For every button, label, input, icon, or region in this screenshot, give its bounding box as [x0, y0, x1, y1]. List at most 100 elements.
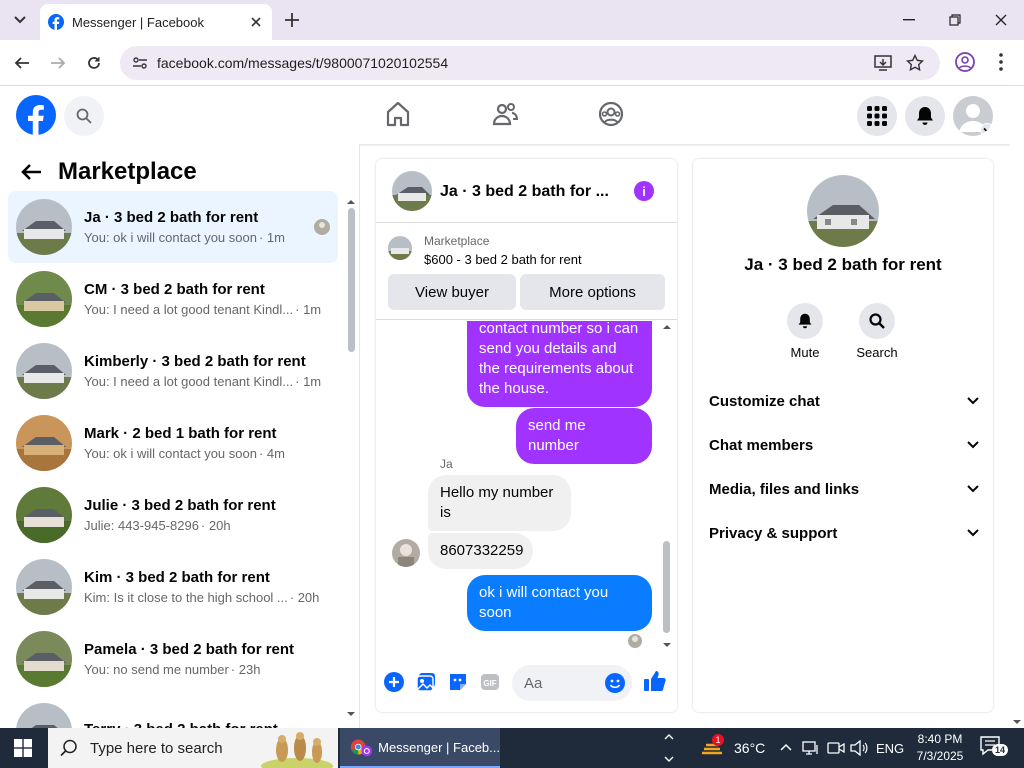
mute-label: Mute	[790, 345, 820, 360]
conversation-thumbnail	[16, 415, 72, 471]
conversation-preview: Kim: Is it close to the high school ...	[84, 590, 288, 605]
back-arrow-icon[interactable]	[20, 163, 42, 181]
read-receipt-avatar	[628, 634, 642, 648]
conversation-preview: You: I need a lot good tenant Kindl...	[84, 374, 294, 389]
thread-scrollbar[interactable]	[662, 323, 672, 649]
conversation-thumbnail	[16, 271, 72, 327]
site-info-icon[interactable]	[132, 55, 148, 71]
conversation-item[interactable]: CM · 3 bed 2 bath for rent You: I need a …	[8, 263, 338, 335]
taskbar-app-label: Messenger | Faceb...	[378, 739, 500, 755]
tab-search-icon[interactable]	[8, 8, 32, 32]
system-clock[interactable]: 8:40 PM 7/3/2025	[912, 731, 968, 765]
install-app-icon[interactable]	[874, 54, 892, 72]
facebook-favicon-icon	[48, 14, 64, 30]
message-bubble-outgoing: contact number so i can send you details…	[467, 321, 652, 407]
taskbar-app-messenger[interactable]: Messenger | Faceb...	[340, 728, 500, 768]
messenger-badge-icon	[360, 745, 372, 757]
meet-now-icon[interactable]	[827, 740, 845, 756]
input-language[interactable]: ENG	[876, 728, 904, 768]
close-window-icon[interactable]	[989, 8, 1013, 32]
conversation-list: Ja · 3 bed 2 bath for rent You: ok i will…	[8, 191, 338, 728]
volume-icon[interactable]	[850, 740, 868, 756]
grid-menu-icon	[867, 106, 887, 126]
weather-widget[interactable]: 1 36°C	[700, 728, 765, 768]
view-buyer-button[interactable]: View buyer	[388, 274, 516, 310]
chevron-down-icon	[967, 529, 979, 537]
minimize-icon[interactable]	[897, 8, 921, 32]
forward-icon[interactable]	[46, 51, 70, 75]
url-field[interactable]: facebook.com/messages/t/9800071020102554	[120, 46, 940, 80]
maximize-icon[interactable]	[943, 8, 967, 32]
sticker-icon[interactable]	[447, 671, 469, 693]
conversation-thumbnail	[16, 631, 72, 687]
conversation-item[interactable]: Kimberly · 3 bed 2 bath for rent You: I n…	[8, 335, 338, 407]
marketplace-listing-card: Marketplace $600 - 3 bed 2 bath for rent…	[376, 224, 677, 320]
photo-icon[interactable]	[415, 671, 437, 693]
new-tab-icon[interactable]	[282, 10, 302, 30]
conversation-preview: You: I need a lot good tenant Kindl...	[84, 302, 294, 317]
chevron-down-icon	[967, 397, 979, 405]
bookmark-star-icon[interactable]	[906, 54, 924, 72]
message-input[interactable]: Aa	[512, 665, 632, 701]
bell-icon	[798, 313, 812, 329]
customize-chat-row[interactable]: Customize chat	[709, 379, 979, 423]
mute-button[interactable]: Mute	[775, 303, 835, 360]
conversation-name: Kimberly · 3 bed 2 bath for rent	[84, 353, 306, 370]
facebook-search-button[interactable]	[64, 96, 104, 136]
weather-badge: 1	[712, 734, 724, 746]
conversation-thumbnail	[16, 487, 72, 543]
back-icon[interactable]	[10, 51, 34, 75]
groups-icon[interactable]	[597, 100, 625, 128]
panel-title: Marketplace	[58, 158, 197, 185]
windows-start-icon[interactable]	[14, 739, 32, 757]
page-scrollbar[interactable]	[1010, 86, 1024, 728]
facebook-logo-icon[interactable]	[16, 95, 56, 135]
emoji-icon[interactable]	[604, 672, 626, 694]
sender-name: Ja	[440, 457, 453, 471]
media-files-links-row[interactable]: Media, files and links	[709, 467, 979, 511]
contact-avatar[interactable]	[807, 175, 879, 247]
account-avatar[interactable]	[953, 96, 993, 136]
taskbar-scroll-control[interactable]	[664, 728, 674, 768]
browser-tab[interactable]: Messenger | Facebook	[40, 4, 272, 40]
conversation-item[interactable]: Julie · 3 bed 2 bath for rent Julie: 443-…	[8, 479, 338, 551]
conversation-item[interactable]: Pamela · 3 bed 2 bath for rent You: no se…	[8, 623, 338, 695]
privacy-support-row[interactable]: Privacy & support	[709, 511, 979, 555]
temperature-text: 36°C	[734, 740, 766, 756]
taskbar-search-placeholder: Type here to search	[90, 739, 223, 757]
notification-center[interactable]: 14	[980, 736, 1009, 760]
clock-date: 7/3/2025	[916, 749, 964, 763]
home-icon[interactable]	[384, 100, 412, 128]
info-icon[interactable]: i	[634, 181, 654, 201]
gif-icon[interactable]: GIF	[479, 671, 501, 693]
browser-menu-icon[interactable]	[990, 51, 1012, 73]
conversation-item[interactable]: Ja · 3 bed 2 bath for rent You: ok i will…	[8, 191, 338, 263]
conversation-item[interactable]: Kim · 3 bed 2 bath for rent Kim: Is it cl…	[8, 551, 338, 623]
browser-tab-bar: Messenger | Facebook	[0, 0, 1024, 40]
network-icon[interactable]	[802, 740, 820, 756]
conversation-name: Mark · 2 bed 1 bath for rent	[84, 425, 277, 442]
thumbs-up-icon[interactable]	[643, 669, 667, 693]
chat-members-row[interactable]: Chat members	[709, 423, 979, 467]
chevron-up-icon[interactable]	[780, 742, 792, 752]
chat-avatar[interactable]	[392, 171, 432, 211]
chat-title[interactable]: Ja · 3 bed 2 bath for ...	[440, 183, 620, 201]
reload-icon[interactable]	[82, 51, 106, 75]
add-plus-icon[interactable]	[383, 671, 405, 693]
conversation-name: Terry · 3 bed 2 bath for rent	[84, 721, 324, 729]
more-options-button[interactable]: More options	[520, 274, 665, 310]
search-in-chat-button[interactable]: Search	[847, 303, 907, 360]
message-thread: contact number so i can send you details…	[376, 321, 677, 651]
list-scrollbar[interactable]	[346, 198, 356, 718]
chevron-down-icon	[980, 123, 993, 136]
conversation-item[interactable]: Mark · 2 bed 1 bath for rent You: ok i wi…	[8, 407, 338, 479]
tab-close-icon[interactable]	[248, 14, 264, 30]
notifications-button[interactable]	[905, 96, 945, 136]
menu-button[interactable]	[857, 96, 897, 136]
conversation-item[interactable]: Terry · 3 bed 2 bath for rent	[8, 695, 338, 728]
profile-icon[interactable]	[954, 51, 976, 73]
taskbar-search-box[interactable]: Type here to search	[48, 728, 338, 768]
address-bar: facebook.com/messages/t/9800071020102554	[0, 40, 1024, 86]
friends-icon[interactable]	[491, 100, 519, 128]
sender-avatar	[392, 539, 420, 567]
